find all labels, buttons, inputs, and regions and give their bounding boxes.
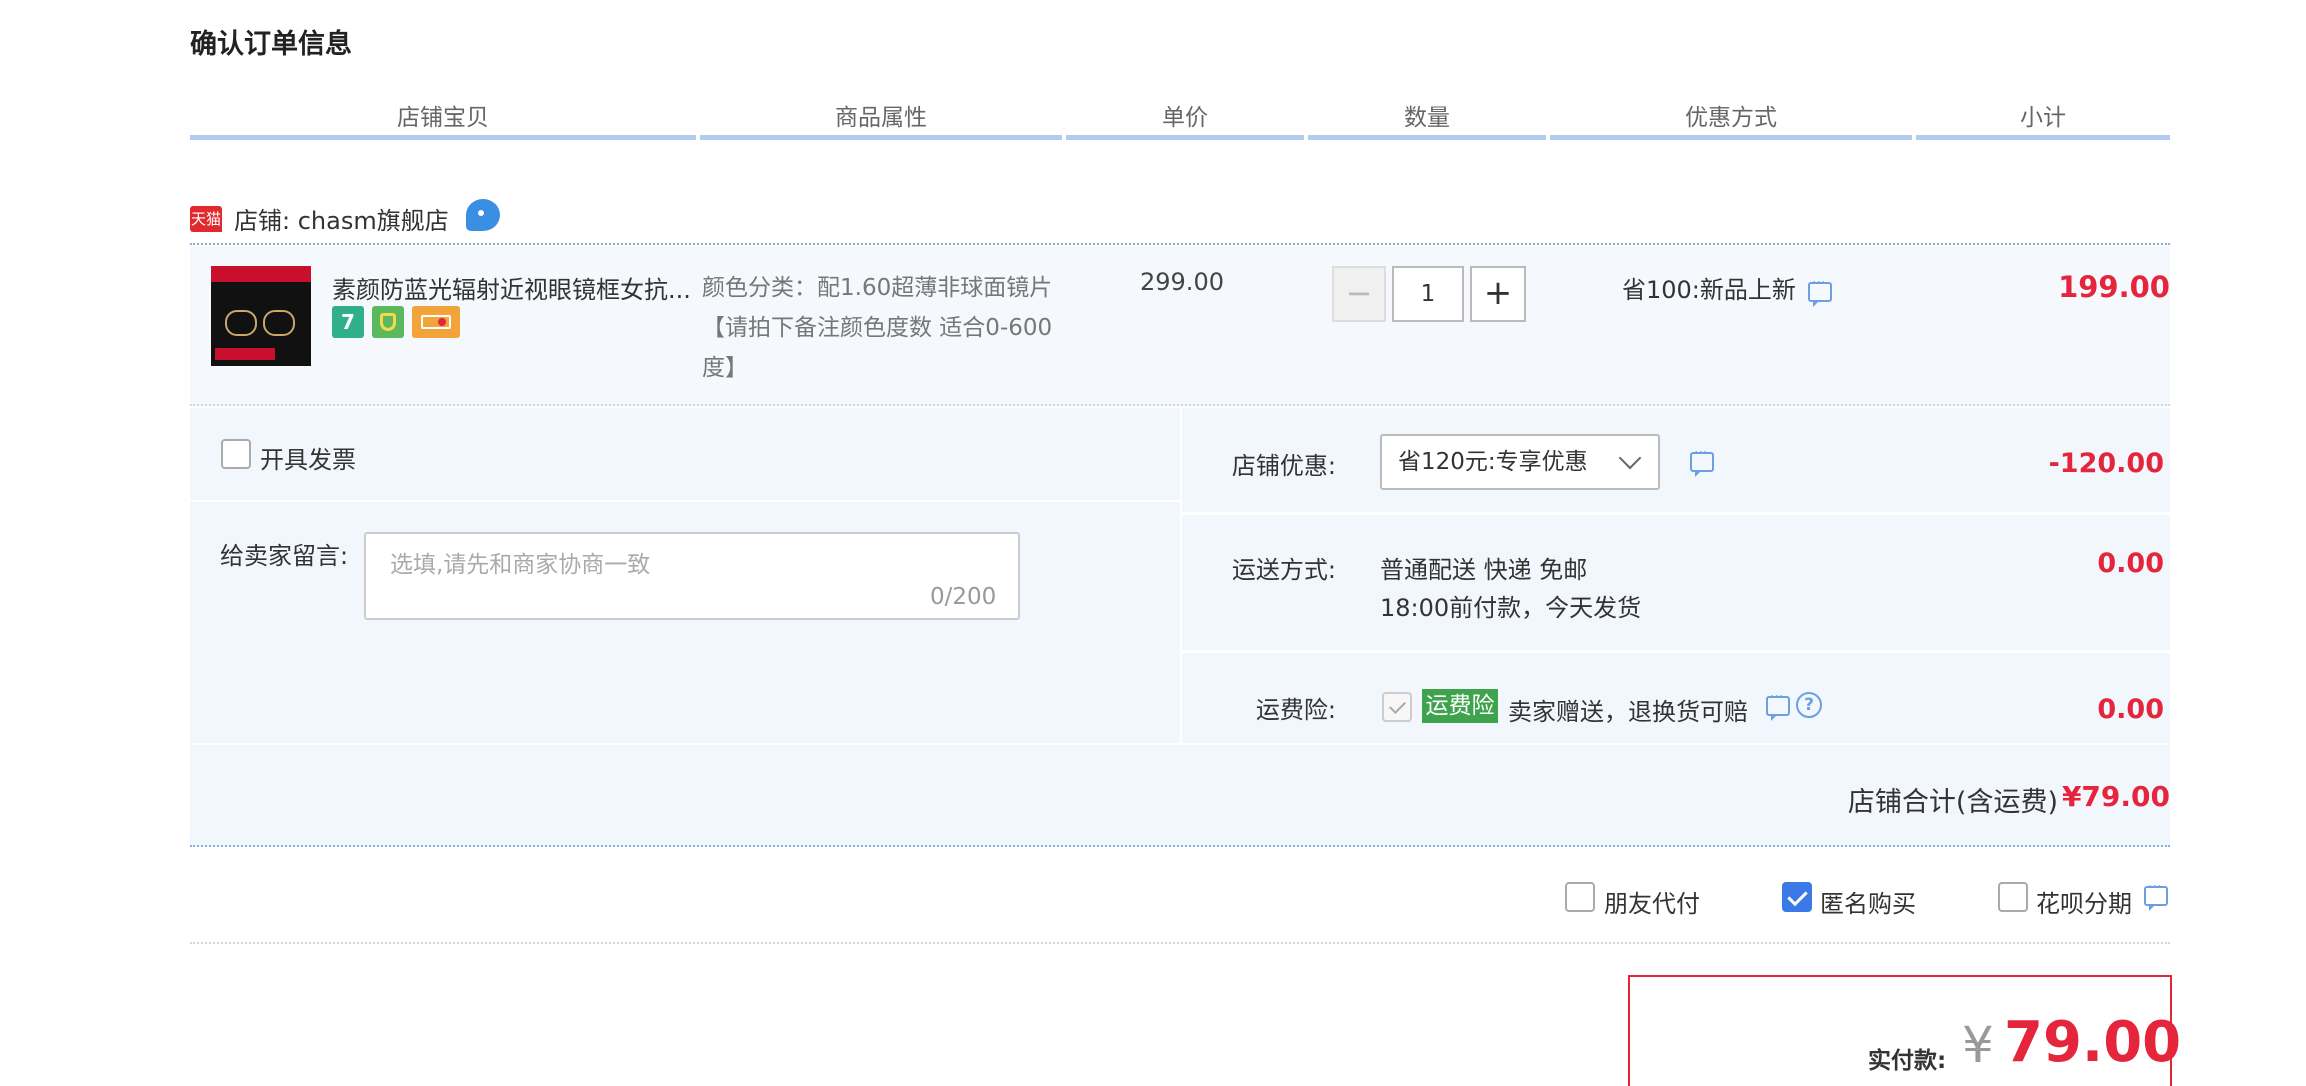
memo-placeholder: 选填,请先和商家协商一致	[390, 552, 651, 578]
help-icon[interactable]: ?	[1796, 692, 1822, 718]
shop-name[interactable]: 店铺: chasm旗舰店	[234, 201, 449, 236]
anonymous-purchase-checkbox[interactable]	[1782, 882, 1812, 912]
invoice-label: 开具发票	[260, 446, 356, 474]
quantity-input[interactable]: 1	[1392, 266, 1464, 322]
shop-total-label: 店铺合计(含运费)	[1847, 787, 2058, 818]
memo-char-counter: 0/200	[930, 584, 997, 610]
credit-card-icon	[412, 306, 460, 338]
product-thumbnail[interactable]	[211, 266, 311, 366]
shop-discount-label: 店铺优惠:	[1231, 452, 1336, 480]
insurance-checkbox	[1382, 692, 1412, 722]
currency-symbol: ¥	[1962, 1016, 1994, 1074]
quality-guarantee-icon	[372, 306, 404, 338]
insurance-value: 0.00	[2097, 694, 2164, 725]
item-subtotal: 199.00	[2058, 270, 2170, 304]
order-confirm-page: 确认订单信息 店铺宝贝 商品属性 单价 数量 优惠方式 小计 天猫 店铺: ch…	[0, 0, 2306, 1086]
quantity-increase-button[interactable]: +	[1470, 266, 1526, 322]
tmall-badge: 天猫	[190, 206, 222, 232]
friend-pay-checkbox[interactable]	[1565, 882, 1595, 912]
page-title: 确认订单信息	[190, 29, 352, 60]
divider	[190, 500, 1180, 502]
insurance-label: 运费险:	[1255, 696, 1336, 724]
column-header-unit-price: 单价	[1066, 100, 1304, 140]
shop-discount-value: -120.00	[2048, 448, 2164, 479]
shop-discount-select[interactable]: 省120元:专享优惠	[1380, 434, 1660, 490]
divider	[1182, 650, 2170, 653]
quantity-decrease-button[interactable]: −	[1332, 266, 1386, 322]
insurance-tag: 运费险	[1422, 689, 1498, 723]
huabei-installment-checkbox[interactable]	[1998, 882, 2028, 912]
column-header-attributes: 商品属性	[700, 100, 1062, 140]
installment-comment-icon[interactable]	[2144, 879, 2168, 911]
payment-amount: 79.00	[2004, 1010, 2182, 1075]
friend-pay-label: 朋友代付	[1604, 890, 1700, 918]
seven-day-return-icon: 7	[332, 306, 364, 338]
column-header-quantity: 数量	[1308, 100, 1546, 140]
shipping-method: 普通配送 快递 免邮	[1380, 556, 1588, 584]
divider	[190, 942, 2170, 944]
column-header-items: 店铺宝贝	[190, 100, 696, 140]
discount-comment-icon[interactable]	[1690, 445, 1714, 477]
wangwang-chat-icon[interactable]	[466, 199, 500, 231]
huabei-installment-label: 花呗分期	[2036, 890, 2132, 918]
payment-label: 实付款:	[1868, 1048, 1947, 1074]
shipping-note: 18:00前付款，今天发货	[1380, 594, 1642, 622]
shipping-label: 运送方式:	[1231, 556, 1336, 584]
insurance-comment-icon[interactable]	[1766, 689, 1790, 721]
insurance-description: 卖家赠送，退换货可赔	[1508, 698, 1748, 726]
promotion-comment-icon[interactable]	[1808, 275, 1832, 307]
divider	[1182, 512, 2170, 515]
invoice-checkbox[interactable]	[221, 439, 251, 469]
shop-total-value: ¥79.00	[2061, 780, 2170, 813]
product-title[interactable]: 素颜防蓝光辐射近视眼镜框女抗...	[332, 270, 691, 305]
shipping-value: 0.00	[2097, 548, 2164, 579]
column-header-subtotal: 小计	[1916, 100, 2170, 140]
unit-price: 299.00	[1140, 268, 1224, 296]
product-attribute: 颜色分类：配1.60超薄非球面镜片【请拍下备注颜色度数 适合0-600度】	[702, 275, 1053, 381]
column-header-promotion: 优惠方式	[1550, 100, 1912, 140]
item-promotion: 省100:新品上新	[1622, 276, 1796, 304]
anonymous-purchase-label: 匿名购买	[1820, 890, 1916, 918]
memo-label: 给卖家留言:	[220, 542, 349, 570]
